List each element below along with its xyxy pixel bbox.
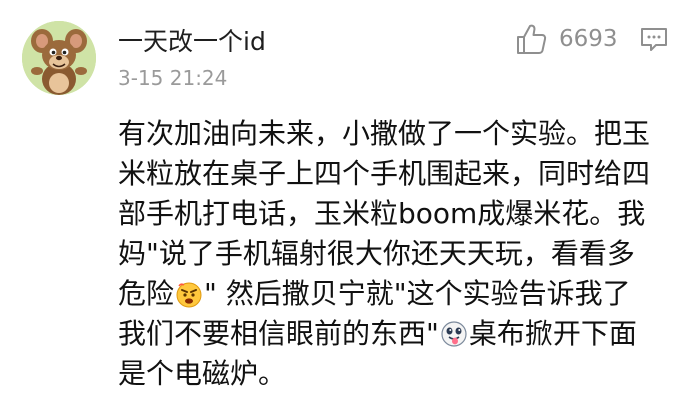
comment-reply-icon[interactable] <box>639 26 669 54</box>
comment-text: 危险 <box>118 277 175 310</box>
angry-face-emoji-icon <box>175 279 203 308</box>
comment-line: 米粒放在桌子上四个手机围起来，同时给四 <box>118 157 651 190</box>
comment-line: 有次加油向未来，小撒做了一个实验。把玉 <box>118 117 651 150</box>
like-count: 6693 <box>559 26 618 52</box>
comment-line: 是个电磁炉。 <box>118 357 287 390</box>
comment-line: 妈"说了手机辐射很大你还天天玩，看看多 <box>118 237 635 270</box>
comment-line-with-emoji: 我们不要相信眼前的东西" 桌布掀开下面 <box>118 314 666 354</box>
cartoon-mouse-avatar-icon <box>22 21 96 95</box>
comment-line-with-emoji: 危险 " 然后撒贝宁就"这个实验告诉我了 <box>118 274 666 314</box>
comment-text: " 然后撒贝宁就"这个实验告诉我了 <box>204 277 631 310</box>
comment-text: 桌布掀开下面 <box>468 317 637 350</box>
comment-line: 部手机打电话，玉米粒boom成爆米花。我 <box>118 197 646 230</box>
tongue-out-emoji-icon <box>440 319 468 347</box>
comment-body: 有次加油向未来，小撒做了一个实验。把玉 米粒放在桌子上四个手机围起来，同时给四 … <box>118 114 666 394</box>
comment-item: 一天改一个id 3-15 21:24 6693 有次加油向未来，小撒做了一个实验… <box>0 0 690 411</box>
thumbs-up-icon[interactable] <box>514 22 548 56</box>
username[interactable]: 一天改一个id <box>118 24 266 60</box>
comment-text: 我们不要相信眼前的东西" <box>118 317 439 350</box>
user-avatar[interactable] <box>22 21 96 95</box>
comment-timestamp: 3-15 21:24 <box>118 66 228 90</box>
